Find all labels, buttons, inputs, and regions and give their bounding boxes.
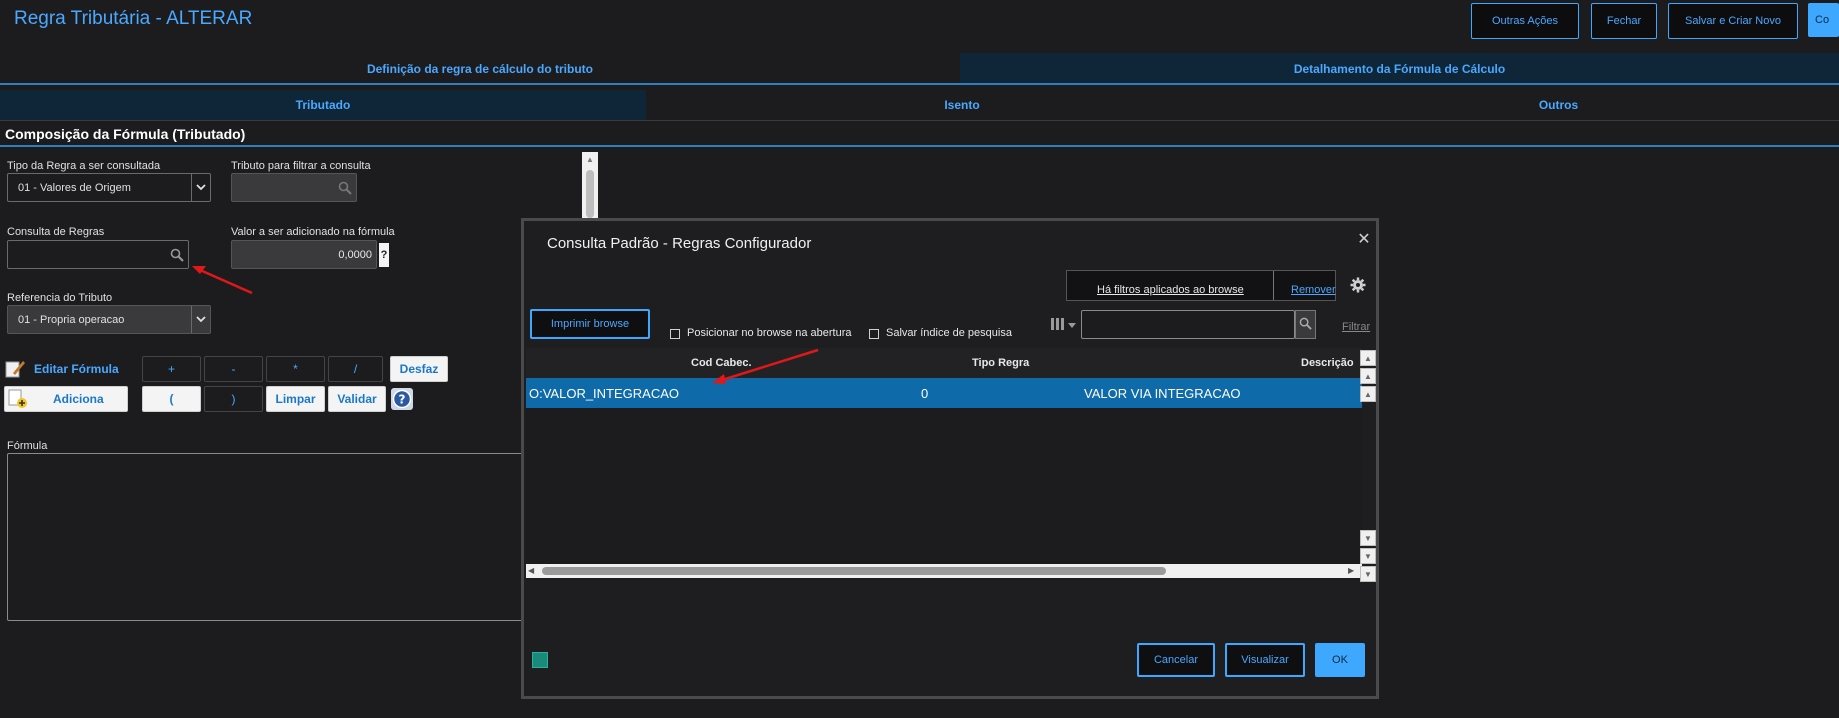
annotation-arrow: [712, 348, 819, 384]
annotation-arrows: [192, 266, 819, 384]
annotation-arrow: [192, 266, 253, 295]
